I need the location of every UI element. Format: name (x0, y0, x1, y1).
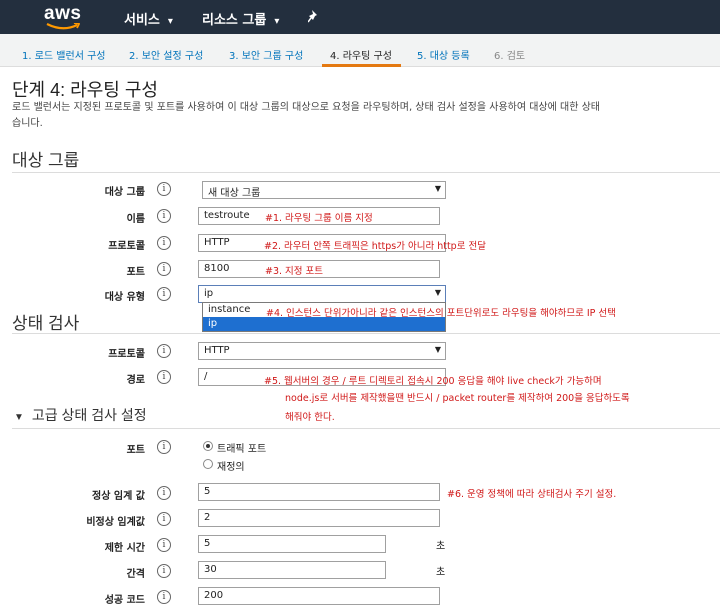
timeout-input[interactable]: 5 (198, 535, 386, 553)
divider (12, 428, 720, 429)
pin-icon[interactable] (307, 9, 320, 27)
info-icon[interactable]: i (157, 512, 171, 526)
info-icon[interactable]: i (157, 236, 171, 250)
description-line-2: 습니다. (12, 118, 43, 129)
interval-input[interactable]: 30 (198, 561, 386, 579)
target-type-label: 대상 유형 (104, 292, 145, 303)
divider (12, 333, 720, 334)
health-check-heading: 상태 검사 (12, 314, 80, 333)
healthy-threshold-input[interactable]: 5 (198, 483, 440, 501)
resource-groups-menu[interactable]: 리소스 그룹 ▾ (202, 9, 279, 28)
info-icon[interactable]: i (157, 486, 171, 500)
interval-label: 간격 (126, 569, 145, 580)
annotation-1: #1. 라우팅 그룹 이름 지정 (265, 213, 373, 224)
success-codes-input[interactable]: 200 (198, 587, 440, 605)
advanced-heading: 고급 상태 검사 설정 (31, 407, 147, 423)
annotation-2: #2. 라우터 안쪽 트래픽은 https가 아니라 http로 전달 (264, 241, 486, 252)
port-label: 포트 (126, 267, 145, 278)
traffic-port-label: 트래픽 포트 (217, 444, 267, 455)
timeout-label: 제한 시간 (104, 543, 145, 554)
unhealthy-threshold-value: 2 (204, 512, 211, 523)
caret-down-icon: ▼ (434, 288, 441, 297)
smile-icon (46, 23, 80, 30)
annotation-4: #4. 인스턴스 단위가아니라 같은 인스턴스의 포트단위로도 라우팅을 해야하… (266, 308, 616, 319)
info-icon[interactable]: i (157, 564, 171, 578)
description-line-1: 로드 밸런서는 지정된 프로토콜 및 포트를 사용하여 이 대상 그룹의 대상으… (12, 102, 600, 113)
interval-unit: 초 (436, 567, 446, 578)
interval-value: 30 (204, 564, 217, 575)
info-icon[interactable]: i (157, 344, 171, 358)
caret-down-icon: ▼ (14, 412, 24, 423)
override-label: 재정의 (217, 462, 245, 473)
info-icon[interactable]: i (157, 590, 171, 604)
divider (12, 172, 720, 173)
target-group-value: 새 대상 그룹 (208, 188, 261, 199)
step-review: 6. 검토 (494, 51, 526, 62)
healthy-threshold-value: 5 (204, 486, 211, 497)
timeout-value: 5 (204, 538, 211, 549)
timeout-unit: 초 (436, 541, 446, 552)
page-description: 로드 밸런서는 지정된 프로토콜 및 포트를 사용하여 이 대상 그룹의 대상으… (12, 100, 720, 132)
hc-protocol-select[interactable]: HTTP ▼ (198, 342, 446, 360)
protocol-value: HTTP (204, 237, 230, 248)
unhealthy-threshold-input[interactable]: 2 (198, 509, 440, 527)
target-type-value: ip (204, 288, 214, 299)
info-icon[interactable]: i (157, 440, 171, 454)
name-value: testroute (204, 210, 250, 221)
healthy-threshold-label: 정상 임계 값 (92, 491, 145, 502)
protocol-label: 프로토콜 (108, 241, 145, 252)
caret-down-icon: ▼ (434, 345, 441, 354)
annotation-5-line-1: #5. 웹서버의 경우 / 루트 디렉토리 접속시 200 응답을 해야 liv… (264, 376, 602, 387)
success-codes-label: 성공 코드 (104, 595, 145, 606)
annotation-5-line-3: 해줘야 한다. (285, 412, 335, 423)
name-label: 이름 (126, 214, 145, 225)
resource-groups-label: 리소스 그룹 (202, 13, 267, 28)
aws-logo[interactable]: aws (44, 3, 84, 30)
step-configure-security-groups[interactable]: 3. 보안 그룹 구성 (229, 47, 303, 62)
info-icon[interactable]: i (157, 182, 171, 196)
hc-path-value: / (204, 371, 208, 382)
step-configure-routing[interactable]: 4. 라우팅 구성 (330, 47, 392, 62)
services-menu[interactable]: 서비스 ▾ (124, 9, 173, 28)
hc-protocol-label: 프로토콜 (108, 349, 145, 360)
info-icon[interactable]: i (157, 370, 171, 384)
info-icon[interactable]: i (157, 262, 171, 276)
chevron-down-icon: ▾ (167, 16, 173, 27)
traffic-port-radio[interactable] (203, 441, 213, 451)
step-configure-load-balancer[interactable]: 1. 로드 밸런서 구성 (22, 47, 105, 62)
wizard-steps: 1. 로드 밸런서 구성 2. 보안 설정 구성 3. 보안 그룹 구성 4. … (0, 34, 720, 67)
top-nav: aws 서비스 ▾ 리소스 그룹 ▾ (0, 0, 720, 34)
unhealthy-threshold-label: 비정상 임계값 (86, 517, 145, 528)
active-step-indicator (322, 64, 401, 67)
target-group-heading: 대상 그룹 (12, 151, 80, 170)
step-register-targets[interactable]: 5. 대상 등록 (417, 47, 470, 62)
override-radio[interactable] (203, 459, 213, 469)
info-icon[interactable]: i (157, 538, 171, 552)
success-codes-value: 200 (204, 590, 224, 601)
annotation-6: #6. 운영 정책에 따라 상태검사 주기 설정. (447, 489, 617, 500)
chevron-down-icon: ▾ (274, 16, 280, 27)
logo-text: aws (44, 3, 82, 24)
advanced-settings-toggle[interactable]: ▼ 고급 상태 검사 설정 (14, 405, 147, 425)
caret-down-icon: ▼ (434, 184, 441, 193)
step-configure-security-settings[interactable]: 2. 보안 설정 구성 (129, 47, 203, 62)
hc-path-label: 경로 (126, 375, 145, 386)
info-icon[interactable]: i (157, 287, 171, 301)
services-label: 서비스 (124, 13, 160, 28)
dropdown-option-ip[interactable]: ip (203, 317, 445, 331)
target-group-select[interactable]: 새 대상 그룹 ▼ (202, 181, 446, 199)
annotation-5-line-2: node.js로 서버를 제작했을땐 반드시 / packet router를 … (285, 393, 630, 404)
target-type-select[interactable]: ip ▼ (198, 285, 446, 303)
hc-protocol-value: HTTP (204, 345, 230, 356)
target-group-label: 대상 그룹 (104, 187, 145, 198)
page-title: 단계 4: 라우팅 구성 (12, 80, 158, 100)
info-icon[interactable]: i (157, 209, 171, 223)
port-value: 8100 (204, 263, 230, 274)
adv-port-label: 포트 (126, 445, 145, 456)
annotation-3: #3. 지정 포트 (265, 266, 324, 277)
